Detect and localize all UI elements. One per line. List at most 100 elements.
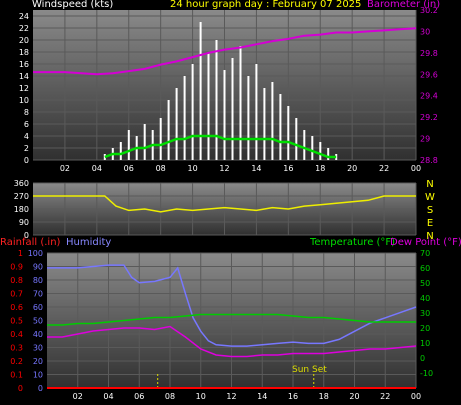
wind-gust-bar: [239, 46, 242, 160]
wind-x-tick-label: 06: [124, 164, 134, 173]
wind-x-tick-label: 20: [347, 164, 357, 173]
wind-gust-bar: [279, 94, 282, 160]
wind-x-tick-label: 14: [251, 164, 261, 173]
wind-gust-bar: [199, 22, 202, 160]
wind-gust-bar: [231, 58, 234, 160]
barometer-y-tick-label: 29.4: [420, 92, 438, 101]
lower-x-tick-label: 14: [257, 392, 267, 401]
temperature-axis-title: Temperature (°F): [310, 237, 396, 248]
wind-y-tick-label: 22: [19, 24, 29, 33]
temperature-y-tick-label: 60: [420, 264, 430, 273]
lower-x-tick-label: 16: [288, 392, 298, 401]
wind-gust-bar: [127, 130, 130, 160]
lower-x-tick-label: 12: [226, 392, 236, 401]
wind-y-tick-label: 10: [19, 96, 29, 105]
temperature-y-tick-label: 70: [420, 249, 430, 258]
wind-y-tick-label: 24: [19, 12, 29, 21]
temperature-y-tick-label: 40: [420, 294, 430, 303]
temperature-y-tick-label: 30: [420, 309, 430, 318]
rainfall-y-tick-label: 1: [18, 249, 23, 258]
wind-x-tick-label: 04: [92, 164, 102, 173]
direction-compass-label: E: [427, 218, 433, 229]
lower-x-tick-label: 02: [73, 392, 83, 401]
rainfall-y-tick-label: 0.8: [10, 276, 23, 285]
windspeed-axis-title: Windspeed (kts): [32, 0, 114, 10]
rainfall-y-tick-label: 0.9: [10, 263, 23, 272]
wind-y-tick-label: 14: [19, 72, 29, 81]
barometer-y-tick-label: 30: [420, 27, 430, 36]
wind-y-tick-label: 4: [24, 132, 29, 141]
wind-gust-bar: [287, 106, 290, 160]
barometer-y-tick-label: 29.2: [420, 113, 438, 122]
rainfall-y-tick-label: 0.6: [10, 303, 23, 312]
humidity-y-tick-label: 70: [33, 290, 43, 299]
direction-y-tick-label: 90: [19, 218, 29, 227]
wind-y-tick-label: 2: [24, 144, 29, 153]
wind-gust-bar: [191, 64, 194, 160]
direction-compass-label: N: [426, 179, 433, 190]
direction-y-tick-label: 180: [14, 205, 29, 214]
wind-gust-bar: [175, 88, 178, 160]
wind-gust-bar: [319, 142, 322, 160]
rainfall-y-tick-label: 0: [18, 384, 23, 393]
lower-x-tick-label: 18: [319, 392, 329, 401]
rainfall-y-tick-label: 0.4: [10, 330, 23, 339]
wind-gust-bar: [119, 142, 122, 160]
wind-y-tick-label: 8: [24, 108, 29, 117]
rainfall-y-tick-label: 0.3: [10, 344, 23, 353]
wind-y-tick-label: 18: [19, 48, 29, 57]
sunset-label: Sun Set: [292, 365, 327, 375]
humidity-axis-title: Humidity: [66, 237, 112, 248]
lower-x-tick-label: 08: [165, 392, 175, 401]
wind-gust-bar: [311, 136, 314, 160]
temperature-y-tick-label: 0: [420, 354, 425, 363]
wind-x-tick-label: 00: [411, 164, 421, 173]
weather-graph: 0 2 4 6 8 10 12 14 16 18 20 22 24 02 04 06 08 10 12 14 16 18 2…: [0, 0, 461, 401]
wind-x-tick-label: 18: [315, 164, 325, 173]
direction-compass-label: S: [427, 205, 433, 216]
direction-compass-label: W: [425, 192, 435, 203]
lower-x-tick-label: 06: [134, 392, 144, 401]
lower-x-tick-label: 00: [411, 392, 421, 401]
wind-x-tick-label: 16: [283, 164, 293, 173]
wind-y-tick-label: 20: [19, 36, 29, 45]
humidity-y-tick-label: 80: [33, 276, 43, 285]
temperature-y-tick-label: 20: [420, 324, 430, 333]
wind-gust-bar: [247, 76, 250, 160]
wind-gust-bar: [183, 76, 186, 160]
humidity-y-tick-label: 50: [33, 317, 43, 326]
wind-gust-bar: [167, 100, 170, 160]
humidity-y-tick-label: 10: [33, 371, 43, 380]
wind-gust-bar: [207, 52, 210, 160]
temperature-y-tick-label: 10: [420, 339, 430, 348]
lower-x-tick-label: 04: [103, 392, 113, 401]
direction-y-tick-label: 360: [14, 179, 29, 188]
wind-y-tick-label: 6: [24, 120, 29, 129]
wind-gust-bar: [255, 64, 258, 160]
wind-x-tick-label: 22: [379, 164, 389, 173]
wind-gust-bar: [159, 118, 162, 160]
rainfall-axis-title: Rainfall (.in): [0, 237, 61, 248]
rainfall-y-tick-label: 0.5: [10, 317, 23, 326]
wind-gust-bar: [263, 88, 266, 160]
humidity-y-tick-label: 20: [33, 357, 43, 366]
rainfall-y-tick-label: 0.2: [10, 357, 23, 366]
rainfall-y-tick-label: 0.7: [10, 290, 23, 299]
lower-x-tick-label: 22: [380, 392, 390, 401]
wind-y-tick-label: 12: [19, 84, 29, 93]
humidity-y-tick-label: 0: [38, 384, 43, 393]
wind-x-tick-label: 12: [219, 164, 229, 173]
wind-x-tick-label: 10: [187, 164, 197, 173]
dewpoint-axis-title: Dew Point (°F): [390, 237, 461, 248]
humidity-y-tick-label: 100: [28, 249, 43, 258]
barometer-axis-title: Barometer (in): [367, 0, 441, 10]
humidity-y-tick-label: 30: [33, 344, 43, 353]
wind-gust-bar: [271, 82, 274, 160]
humidity-y-tick-label: 40: [33, 330, 43, 339]
wind-gust-bar: [295, 118, 298, 160]
wind-gust-bar: [215, 40, 218, 160]
barometer-y-tick-label: 29.6: [420, 70, 438, 79]
wind-x-tick-label: 02: [60, 164, 70, 173]
rainfall-y-tick-label: 0.1: [10, 371, 23, 380]
direction-y-tick-label: 270: [14, 192, 29, 201]
